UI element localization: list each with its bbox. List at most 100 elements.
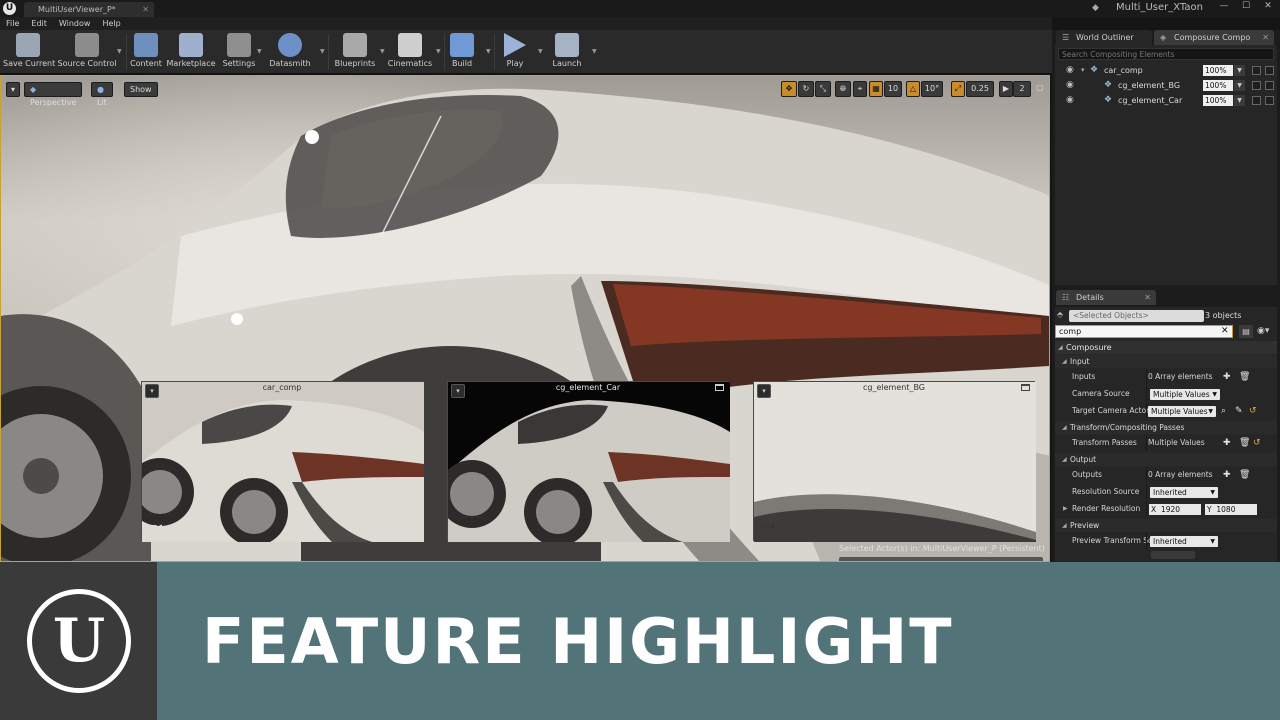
- menu-window[interactable]: Window: [53, 17, 97, 30]
- visibility-eye-icon[interactable]: ◉: [1066, 63, 1074, 78]
- target-camera-dropdown[interactable]: Multiple Values ▼: [1148, 406, 1216, 417]
- play-dropdown[interactable]: ▼: [538, 48, 544, 55]
- close-icon[interactable]: ✕: [1262, 30, 1269, 45]
- launch-button[interactable]: Launch: [549, 32, 585, 72]
- blueprints-button[interactable]: Blueprints: [333, 32, 377, 72]
- grid-snap-icon[interactable]: ▦: [869, 81, 883, 97]
- preview-maximize-icon[interactable]: [715, 384, 724, 391]
- preview-menu-button[interactable]: ▾: [451, 384, 465, 398]
- datasmith-dropdown[interactable]: ▼: [320, 48, 326, 55]
- category-composure[interactable]: ◢ Composure: [1055, 341, 1277, 354]
- resolution-y-field[interactable]: Y 1080: [1205, 504, 1257, 515]
- cinematics-button[interactable]: Cinematics: [387, 32, 433, 72]
- preview-car-comp[interactable]: car_comp ▾ ▭◂: [141, 381, 424, 542]
- element-checkbox[interactable]: [1265, 81, 1274, 90]
- build-dropdown[interactable]: ▼: [486, 48, 492, 55]
- play-button[interactable]: Play: [500, 32, 530, 72]
- delete-icon[interactable]: 🗑︎: [1239, 369, 1250, 385]
- scale-mode-icon[interactable]: ⤡: [815, 81, 831, 97]
- rotation-snap-value[interactable]: 10°: [921, 81, 943, 97]
- close-window-button[interactable]: ✕: [1258, 1, 1278, 16]
- reset-icon[interactable]: ↺: [1249, 403, 1257, 419]
- lit-button[interactable]: ● Lit: [91, 82, 113, 107]
- preview-maximize-icon[interactable]: [1021, 384, 1030, 391]
- tab-composure-compositing[interactable]: ◈ Composure Compo ✕: [1154, 30, 1274, 45]
- menu-help[interactable]: Help: [96, 17, 126, 30]
- preview-maximize-icon[interactable]: [409, 384, 418, 391]
- element-checkbox[interactable]: [1252, 96, 1261, 105]
- reset-icon[interactable]: ↺: [1253, 435, 1261, 451]
- save-current-button[interactable]: Save Current: [3, 32, 55, 72]
- datasmith-button[interactable]: Datasmith: [267, 32, 313, 72]
- settings-dropdown[interactable]: ▼: [257, 48, 263, 55]
- opacity-field[interactable]: 100%: [1203, 80, 1233, 91]
- world-space-icon[interactable]: 🌐︎: [835, 81, 851, 97]
- settings-button[interactable]: Settings: [220, 32, 258, 72]
- element-checkbox[interactable]: [1265, 96, 1274, 105]
- preview-transform-dropdown[interactable]: Inherited ▼: [1150, 536, 1218, 547]
- maximize-button[interactable]: ☐: [1236, 1, 1256, 16]
- menu-file[interactable]: File: [0, 17, 25, 30]
- delete-icon[interactable]: 🗑︎: [1239, 467, 1250, 483]
- preview-menu-button[interactable]: ▾: [145, 384, 159, 398]
- search-compositing-elements-input[interactable]: Search Compositing Elements: [1058, 48, 1274, 60]
- subcategory-transform-passes[interactable]: ◢ Transform/Compositing Passes: [1055, 421, 1277, 434]
- subcategory-preview[interactable]: ◢ Preview: [1055, 519, 1277, 532]
- grid-snap-value[interactable]: 10: [884, 81, 902, 97]
- surface-snap-icon[interactable]: ⌖: [853, 81, 867, 97]
- visibility-eye-icon[interactable]: ◉: [1066, 78, 1074, 93]
- eyedropper-icon[interactable]: ✎: [1235, 403, 1243, 419]
- maximize-viewport-icon[interactable]: ▢: [1034, 81, 1046, 97]
- cinematics-dropdown[interactable]: ▼: [436, 48, 442, 55]
- marketplace-button[interactable]: Marketplace: [166, 32, 216, 72]
- view-options-eye-icon[interactable]: ◉▾: [1257, 325, 1269, 338]
- camera-speed-value[interactable]: 2: [1013, 81, 1031, 97]
- perspective-button[interactable]: ◆ Perspective: [24, 82, 83, 107]
- subcategory-input[interactable]: ◢ Input: [1055, 355, 1277, 368]
- source-control-dropdown[interactable]: ▼: [117, 48, 123, 55]
- opacity-field[interactable]: 100%: [1203, 95, 1233, 106]
- opacity-field[interactable]: 100%: [1203, 65, 1233, 76]
- scale-snap-value[interactable]: 0.25: [966, 81, 994, 97]
- blueprints-dropdown[interactable]: ▼: [380, 48, 386, 55]
- element-checkbox[interactable]: [1265, 66, 1274, 75]
- visibility-eye-icon[interactable]: ◉: [1066, 93, 1074, 108]
- camera-source-dropdown[interactable]: Multiple Values ▼: [1150, 389, 1220, 400]
- opacity-dropdown[interactable]: ▼: [1234, 65, 1245, 76]
- tree-row-car-comp[interactable]: ◉ ▾ ❖ car_comp 100% ▼: [1058, 63, 1274, 78]
- lock-icon[interactable]: ⬘: [1057, 310, 1063, 319]
- preview-cg-element-car[interactable]: cg_element_Car ▾: [447, 381, 730, 542]
- source-control-button[interactable]: Source Control: [57, 32, 117, 72]
- level-document-tab[interactable]: MultiUserViewer_P* ✕: [24, 2, 154, 17]
- minimize-button[interactable]: —: [1214, 1, 1234, 16]
- close-icon[interactable]: ✕: [1144, 290, 1151, 305]
- element-checkbox[interactable]: [1252, 81, 1261, 90]
- opacity-dropdown[interactable]: ▼: [1234, 95, 1245, 106]
- resolution-source-dropdown[interactable]: Inherited ▼: [1150, 487, 1218, 498]
- tab-world-outliner[interactable]: ☰ World Outliner: [1056, 30, 1152, 45]
- preview-cg-element-bg[interactable]: cg_element_BG ▾ ▭◂: [753, 381, 1036, 542]
- details-search-input[interactable]: comp: [1055, 325, 1233, 338]
- rotate-mode-icon[interactable]: ↻: [798, 81, 814, 97]
- viewport-menu-button[interactable]: ▾: [6, 82, 20, 97]
- add-element-icon[interactable]: ✚: [1223, 435, 1231, 451]
- clear-search-icon[interactable]: ✕: [1221, 325, 1229, 338]
- preview-menu-button[interactable]: ▾: [757, 384, 771, 398]
- show-button[interactable]: Show: [124, 82, 158, 97]
- build-button[interactable]: Build: [448, 32, 476, 72]
- level-viewport[interactable]: ▾ ◆ Perspective ● Lit Show ✥ ↻ ⤡ 🌐︎ ⌖ ▦ …: [0, 75, 1050, 562]
- launch-dropdown[interactable]: ▼: [592, 48, 598, 55]
- resolution-x-field[interactable]: X 1920: [1149, 504, 1201, 515]
- search-icon[interactable]: ⌕: [1221, 403, 1226, 419]
- property-matrix-icon[interactable]: ▤: [1239, 325, 1253, 338]
- menu-edit[interactable]: Edit: [25, 17, 53, 30]
- subcategory-output[interactable]: ◢ Output: [1055, 453, 1277, 466]
- delete-icon[interactable]: 🗑︎: [1239, 435, 1250, 451]
- preview-swatch[interactable]: [1151, 551, 1195, 559]
- tree-row-cg-element-car[interactable]: ◉ ❖ cg_element_Car 100% ▼: [1058, 93, 1274, 108]
- content-button[interactable]: Content: [130, 32, 162, 72]
- collapse-arrow-icon[interactable]: ▾: [1081, 63, 1085, 78]
- translate-mode-icon[interactable]: ✥: [781, 81, 797, 97]
- expand-arrow-icon[interactable]: ▶: [1063, 501, 1068, 517]
- add-element-icon[interactable]: ✚: [1223, 369, 1231, 385]
